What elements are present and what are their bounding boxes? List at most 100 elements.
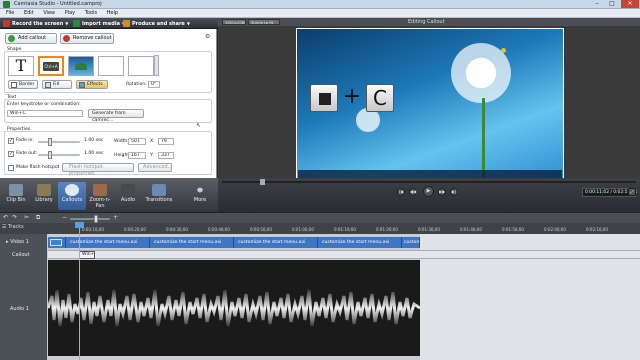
tab-zoom-n-pan[interactable]: Zoom-n-Pan [86,182,114,210]
split-icon[interactable]: ⧉ [36,214,40,222]
tab-clip-bin[interactable]: Clip Bin [2,182,30,210]
redo-icon[interactable]: ↷ [12,214,17,221]
remove-callout-label: Remove callout [73,35,112,41]
zoom-select[interactable]: Shrink to fit [248,19,280,25]
fullscreen-button[interactable]: ⤢ [628,188,636,196]
seek-track[interactable] [222,181,636,183]
playhead-line[interactable] [79,223,80,360]
canvas-size-select[interactable]: 1920x1080 [222,19,246,25]
remove-callout-button[interactable]: Remove callout [60,33,114,44]
windows-logo-icon [319,93,331,105]
zoom-out-icon[interactable]: − [62,214,67,221]
fade-in-checkbox[interactable]: ✓ [8,138,14,144]
menu-edit[interactable]: Edit [22,9,36,18]
width-field[interactable]: 501 [128,138,146,145]
more-icon [193,184,207,196]
advanced-button[interactable]: Advanced... [138,163,172,172]
timeline-zoom-knob[interactable] [94,215,98,223]
y-field[interactable]: 337 [158,152,174,159]
keystroke-callout-shape[interactable]: Ctrl+A [38,56,64,76]
menu-tools[interactable]: Tools [83,9,99,18]
clip-thumbnail-icon [50,239,62,246]
add-callout-button[interactable]: Add callout [5,33,57,44]
flash-hotspot-checkbox[interactable] [8,165,14,171]
track-audio-1[interactable]: Audio 1 [10,306,29,312]
video-clip[interactable]: customize the start menu.avi [150,237,234,248]
previous-clip-button[interactable]: |◀ [397,188,405,196]
tracks-menu[interactable]: ☰ Tracks [2,224,24,230]
video-clip-thumbnail[interactable] [48,237,66,248]
mouse-cursor: ↖ [196,122,202,129]
video-clip[interactable]: customize t [402,237,420,248]
shape-scrollbar[interactable] [154,55,159,76]
keystroke-input[interactable]: Win+C [7,110,83,117]
preview-canvas[interactable]: + C [296,28,564,180]
fill-button[interactable]: Fill [42,80,72,89]
height-field[interactable]: 167 [128,152,146,159]
close-button[interactable]: ✕ [621,0,639,8]
tab-more[interactable]: More [186,182,214,210]
effects-button[interactable]: Effects [76,80,108,89]
produce-share-button[interactable]: Produce and share ▼ [122,19,190,28]
tab-library[interactable]: Library [30,182,58,210]
c-key-callout[interactable]: C [366,84,394,112]
fade-in-slider-knob[interactable] [48,138,52,146]
ruler-tick: 0:01:40;00 [460,227,482,232]
fade-out-slider-knob[interactable] [48,151,52,159]
undo-icon[interactable]: ↶ [3,214,8,221]
rotation-field[interactable]: 0° [148,81,160,88]
ruler-tick: 0:02:00;00 [544,227,566,232]
track-video-1[interactable]: ▸ Video 1 [6,239,29,245]
flash-hotspot-properties-button[interactable]: Flash hotspot properties... [62,163,134,177]
ruler-tick: 0:00:10;00 [82,227,104,232]
minimize-button[interactable]: – [590,0,604,8]
text-callout-shape[interactable]: T [8,56,34,76]
ruler-tick: 0:00:20;00 [124,227,146,232]
tab-audio[interactable]: Audio [114,182,142,210]
track-callout[interactable]: Callout [12,252,30,258]
remove-icon [63,35,70,42]
seek-thumb[interactable] [260,179,265,185]
next-clip-button[interactable]: ▶| [450,188,458,196]
playhead-handle[interactable] [75,222,84,228]
produce-icon [123,20,130,27]
effects-swatch [79,82,85,88]
menu-file[interactable]: File [4,9,16,18]
border-swatch [11,82,17,88]
fast-forward-button[interactable]: ▶▶ [438,188,446,196]
keystroke-shape-preview: Ctrl+A [43,62,59,71]
menu-view[interactable]: View [41,9,57,18]
menu-help[interactable]: Help [105,9,120,18]
empty-shape-slot[interactable] [98,56,124,76]
fade-in-slider[interactable] [38,138,80,146]
maximize-button[interactable]: □ [605,0,619,8]
x-field[interactable]: 79 [158,138,174,145]
record-screen-button[interactable]: Record the screen ▼ [2,19,68,28]
callout-clip[interactable]: Win+ [79,251,95,259]
play-button[interactable]: ▶ [423,186,434,197]
help-icon[interactable]: ⚙ [205,33,213,41]
callout-track-lane[interactable] [48,250,640,259]
rewind-button[interactable]: ◀◀ [409,188,417,196]
menu-play[interactable]: Play [63,9,77,18]
empty-shape-slot-2[interactable] [128,56,154,76]
import-media-button[interactable]: Import media▼ [72,19,125,28]
border-button[interactable]: Border [8,80,38,89]
windows-key-callout[interactable] [310,84,338,112]
fade-out-checkbox[interactable]: ✓ [8,151,14,157]
fade-out-slider[interactable] [38,151,80,159]
video-clip[interactable]: customize the start menu.avi [318,237,402,248]
generate-from-camrec-button[interactable]: Generate from camrec... [88,109,144,123]
timeline-zoom-slider[interactable] [70,215,110,223]
fade-out-value: 1.00 sec [84,151,104,156]
image-callout-shape[interactable] [68,56,94,76]
ruler-tick: 0:01:00;00 [292,227,314,232]
cut-icon[interactable]: ✂ [24,214,29,221]
fade-out-label: Fade out: [16,151,38,156]
audio-waveform[interactable] [46,260,421,356]
tab-transitions[interactable]: Transitions [142,182,176,210]
tab-callouts[interactable]: Callouts [58,182,86,210]
landscape-icon [75,63,87,70]
video-clip[interactable]: customize the start menu.avi [234,237,318,248]
zoom-in-icon[interactable]: + [113,214,118,221]
